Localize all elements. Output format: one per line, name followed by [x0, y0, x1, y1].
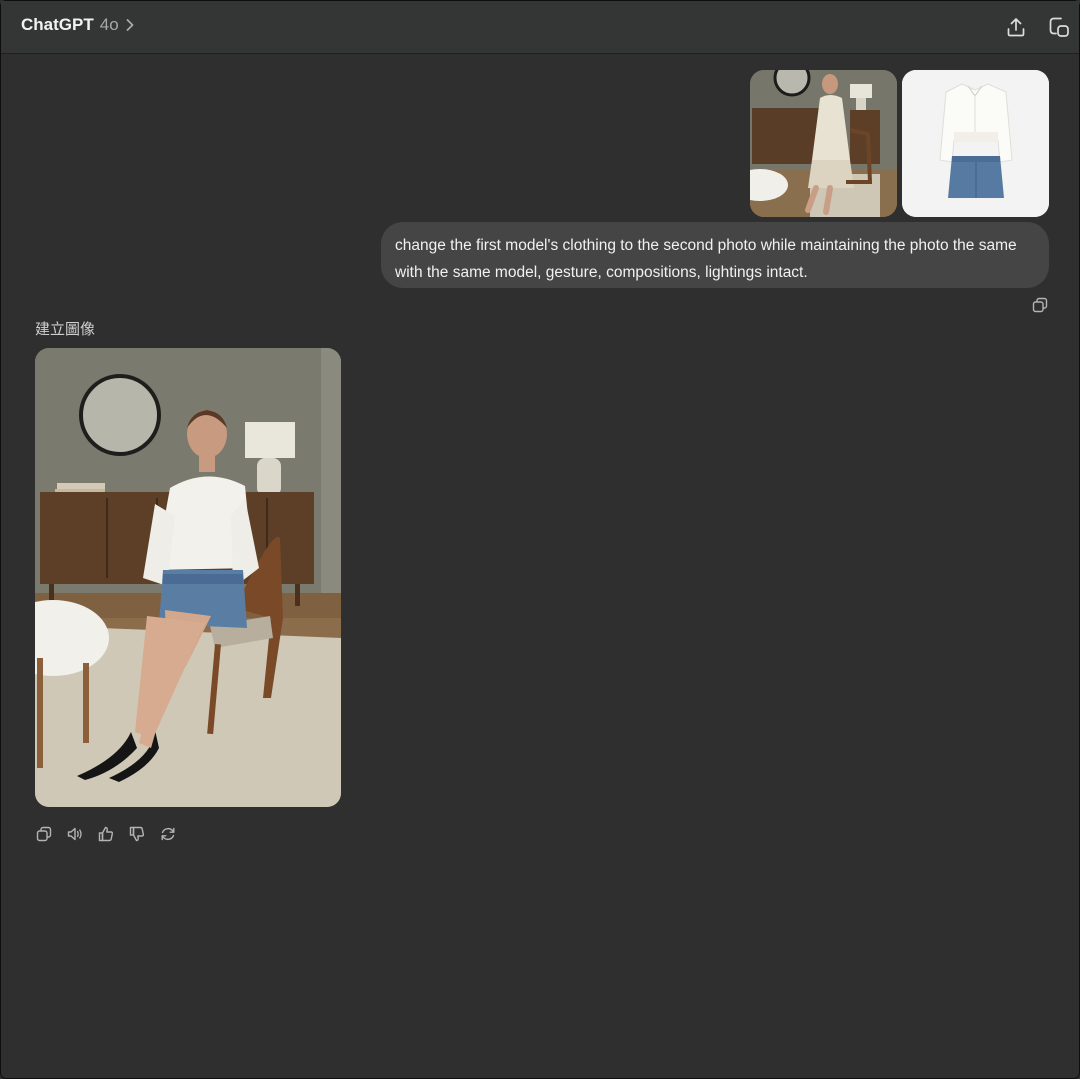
thumbs-down-icon [128, 825, 146, 843]
attachment-clothing-photo[interactable] [902, 70, 1049, 217]
model-selector[interactable]: ChatGPT 4o [21, 15, 135, 35]
chevron-right-icon [125, 18, 135, 32]
app-title: ChatGPT [21, 15, 94, 34]
user-message-text: change the first model's clothing to the… [395, 237, 1017, 281]
thumbs-up-button[interactable] [97, 825, 115, 843]
copy-user-message-button[interactable] [1031, 296, 1049, 314]
read-aloud-icon [66, 825, 84, 843]
thumbs-up-icon [97, 825, 115, 843]
generated-image[interactable] [35, 348, 341, 807]
new-chat-icon [1047, 15, 1071, 39]
new-chat-button[interactable] [1046, 14, 1072, 40]
assistant-action-bar [35, 825, 177, 843]
thumbs-down-button[interactable] [128, 825, 146, 843]
model-version: 4o [99, 15, 119, 34]
image-creation-label: 建立圖像 [35, 320, 96, 338]
user-message-bubble: change the first model's clothing to the… [381, 222, 1049, 288]
regenerate-button[interactable] [159, 825, 177, 843]
share-icon [1005, 16, 1027, 38]
copy-button[interactable] [35, 825, 53, 843]
read-aloud-button[interactable] [66, 825, 84, 843]
top-bar: ChatGPT 4o [1, 1, 1079, 54]
copy-icon [35, 825, 53, 843]
user-attachments [750, 70, 1049, 217]
attachment-model-photo[interactable] [750, 70, 897, 217]
share-button[interactable] [1003, 14, 1029, 40]
regenerate-icon [159, 825, 177, 843]
copy-icon [1031, 296, 1049, 314]
